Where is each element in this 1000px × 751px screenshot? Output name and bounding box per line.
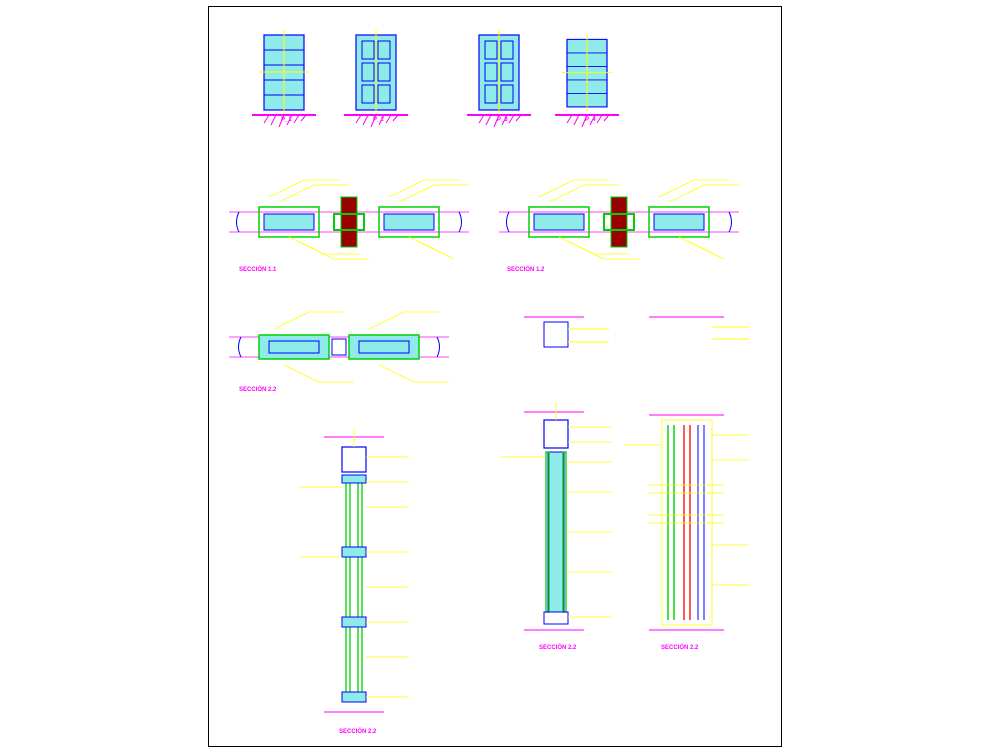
elevation-p1 [259, 30, 309, 115]
elevation-p2 [356, 30, 396, 115]
label-sv3: SECCIÓN 2.2 [661, 645, 698, 651]
label-p1: P_1 [281, 117, 292, 123]
drawing-frame: P_1 P_2 P_3 P_4 SECCIÓN 1.1 SECCIÓN 1.2 … [208, 6, 782, 747]
section-v2 [501, 402, 611, 630]
label-s11: SECCIÓN 1.1 [239, 267, 276, 273]
label-p3: P_3 [497, 117, 508, 123]
section-2-2-h [229, 312, 449, 382]
section-1-2 [499, 180, 739, 259]
section-head-v3 [649, 317, 749, 339]
label-sv2: SECCIÓN 2.2 [539, 645, 576, 651]
label-p4: P_4 [585, 117, 596, 123]
label-s12: SECCIÓN 1.2 [507, 267, 544, 273]
label-sv1: SECCIÓN 2.2 [339, 729, 376, 735]
label-p2: P_2 [373, 117, 384, 123]
elevation-p3 [479, 30, 519, 115]
section-1-1 [229, 180, 469, 259]
label-s22h: SECCIÓN 2.2 [239, 387, 276, 393]
elevation-p4 [562, 35, 612, 112]
section-v1 [299, 429, 409, 712]
cad-drawing [209, 7, 781, 746]
section-v3 [624, 415, 749, 630]
drawing-sheet: P_1 P_2 P_3 P_4 SECCIÓN 1.1 SECCIÓN 1.2 … [0, 0, 1000, 751]
section-head-v2 [524, 317, 609, 347]
